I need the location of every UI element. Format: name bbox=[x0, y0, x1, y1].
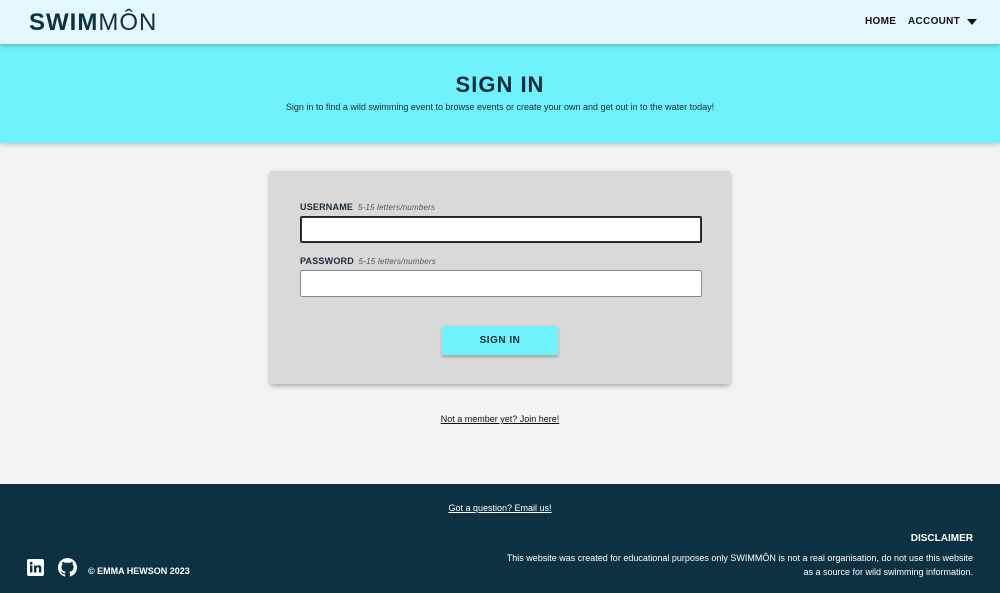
username-input[interactable] bbox=[300, 216, 702, 243]
nav-account-dropdown[interactable]: ACCOUNT bbox=[908, 16, 978, 27]
disclaimer-text: This website was created for educational… bbox=[493, 551, 973, 579]
username-hint: 5-15 letters/numbers bbox=[357, 203, 436, 212]
chevron-down-icon bbox=[967, 19, 978, 25]
brand-light: MÔN bbox=[98, 9, 158, 36]
password-hint: 5-15 letters/numbers bbox=[358, 257, 437, 266]
username-label-text: USERNAME bbox=[300, 202, 354, 212]
signin-button[interactable]: SIGN IN bbox=[442, 326, 558, 355]
footer-email-row: Got a question? Email us! bbox=[0, 503, 1000, 513]
join-row: Not a member yet? Join here! bbox=[0, 414, 1000, 424]
disclaimer-title: DISCLAIMER bbox=[910, 533, 973, 544]
brand-logo[interactable]: SWIMMÔN bbox=[29, 9, 157, 37]
nav-account-label: ACCOUNT bbox=[908, 16, 961, 27]
page-title: SIGN IN bbox=[455, 72, 545, 97]
username-label: USERNAME 5-15 letters/numbers bbox=[300, 202, 435, 212]
nav-home-link[interactable]: HOME bbox=[865, 16, 896, 27]
linkedin-icon[interactable] bbox=[27, 559, 44, 576]
footer: Got a question? Email us! © EMMA HEWSON … bbox=[0, 484, 1000, 593]
disclaimer-line-2: as a source for wild swimming informatio… bbox=[803, 567, 973, 577]
navbar: SWIMMÔN HOME ACCOUNT bbox=[0, 0, 1000, 44]
brand-bold: SWIM bbox=[29, 9, 99, 36]
join-link[interactable]: Not a member yet? Join here! bbox=[441, 414, 560, 424]
password-input[interactable] bbox=[300, 270, 702, 297]
copyright: © EMMA HEWSON 2023 bbox=[88, 566, 190, 576]
signin-form: USERNAME 5-15 letters/numbers PASSWORD 5… bbox=[270, 171, 730, 384]
page-subtitle: Sign in to find a wild swimming event to… bbox=[285, 102, 715, 112]
hero-banner: SIGN IN Sign in to find a wild swimming … bbox=[0, 44, 1000, 143]
email-link[interactable]: Got a question? Email us! bbox=[448, 503, 551, 513]
github-icon[interactable] bbox=[58, 558, 77, 577]
password-label: PASSWORD 5-15 letters/numbers bbox=[300, 256, 436, 266]
password-label-text: PASSWORD bbox=[300, 256, 354, 266]
disclaimer-line-1: This website was created for educational… bbox=[506, 553, 973, 563]
